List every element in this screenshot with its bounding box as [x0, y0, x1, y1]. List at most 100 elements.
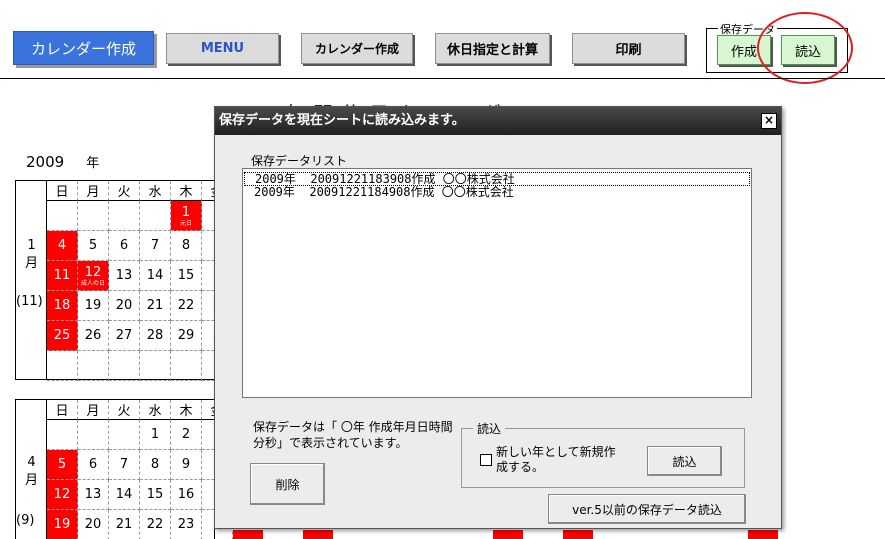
day-number: 2 — [181, 427, 191, 442]
day-number: 20 — [115, 298, 133, 313]
calendar-day-cell: 13 — [78, 480, 109, 510]
dialog-title-bar: 保存データを現在シートに読み込みます。 × — [215, 107, 781, 135]
menu-button[interactable]: MENU — [166, 33, 279, 64]
calendar-day-cell: 9 — [171, 450, 202, 480]
day-number: 14 — [115, 487, 133, 502]
calendar-day-cell: 27 — [109, 321, 140, 351]
calendar-day-cell — [78, 351, 109, 381]
calendar-day-cell — [47, 201, 78, 231]
calendar-day-cell: 13 — [109, 261, 140, 291]
holiday-count: (9) — [16, 513, 35, 528]
calendar-day-cell: 5 — [47, 450, 78, 480]
day-number: 5 — [88, 238, 98, 253]
calendar-day-cell: 8 — [171, 231, 202, 261]
list-item[interactable]: 2009年 20091221184908作成 〇〇株式会社 — [244, 186, 750, 200]
save-create-button[interactable]: 作成 — [717, 35, 771, 65]
load-options-label: 読込 — [473, 420, 506, 437]
calendar-april: 4 月 (9) 日月火水木金12567891213141516192021222… — [15, 399, 233, 539]
calendar-day-cell — [140, 201, 171, 231]
day-number: 9 — [181, 457, 191, 472]
list-item[interactable]: 2009年 20091221183908作成 〇〇株式会社 — [244, 172, 750, 186]
day-number: 22 — [146, 517, 164, 532]
day-number: 13 — [115, 268, 133, 283]
calendar-day-cell — [171, 351, 202, 381]
day-number: 8 — [181, 238, 191, 253]
calendar-day-cell: 19 — [47, 510, 78, 539]
weekday-header: 火 — [109, 181, 140, 201]
calendar-day-cell: 20 — [109, 291, 140, 321]
year-label: 2009 年 — [26, 152, 99, 171]
day-number: 6 — [88, 457, 98, 472]
calendar-day-cell: 7 — [109, 450, 140, 480]
day-number: 21 — [115, 517, 133, 532]
day-number: 29 — [177, 328, 195, 343]
day-number: 23 — [177, 517, 195, 532]
weekday-header: 木 — [171, 181, 202, 201]
day-number: 28 — [146, 328, 164, 343]
save-load-button[interactable]: 読込 — [781, 35, 835, 65]
year-suffix: 年 — [86, 156, 100, 171]
legacy-load-button[interactable]: ver.5以前の保存データ読込 — [548, 494, 746, 524]
holiday-name: 元日 — [179, 219, 192, 227]
calendar-day-cell: 14 — [140, 261, 171, 291]
day-number: 1 — [150, 427, 160, 442]
save-data-list-label: 保存データリスト — [251, 154, 348, 168]
calendar-create-primary-button[interactable]: カレンダー作成 — [13, 31, 154, 65]
holiday-count: (11) — [16, 294, 43, 309]
weekday-header: 月 — [78, 400, 109, 420]
day-number: 7 — [150, 238, 160, 253]
calendar-day-cell: 1 元日 — [171, 201, 202, 231]
day-number: 18 — [53, 298, 71, 313]
calendar-cell-fragment — [233, 530, 263, 539]
day-number: 8 — [150, 457, 160, 472]
calendar-day-cell: 2 — [171, 420, 202, 450]
load-save-data-dialog: 保存データを現在シートに読み込みます。 × 保存データリスト 2009年 200… — [214, 106, 782, 529]
close-icon[interactable]: × — [761, 113, 777, 129]
calendar-day-cell: 22 — [171, 291, 202, 321]
save-data-list[interactable]: 2009年 20091221183908作成 〇〇株式会社 2009年 2009… — [242, 168, 752, 398]
calendar-day-cell — [109, 351, 140, 381]
calendar-day-cell: 18 — [47, 291, 78, 321]
day-number: 21 — [146, 298, 164, 313]
day-number: 16 — [177, 487, 195, 502]
dialog-title: 保存データを現在シートに読み込みます。 — [219, 113, 465, 128]
print-button[interactable]: 印刷 — [572, 33, 685, 64]
calendar-day-cell — [47, 420, 78, 450]
calendar-day-cell: 21 — [140, 291, 171, 321]
day-number: 1 — [181, 204, 191, 220]
calendar-day-cell — [78, 201, 109, 231]
calendar-day-cell: 15 — [140, 480, 171, 510]
day-number: 12 — [84, 264, 102, 280]
toolbar-divider — [0, 78, 885, 79]
weekday-header: 木 — [171, 400, 202, 420]
delete-button[interactable]: 削除 — [250, 463, 325, 505]
calendar-day-cell: 25 — [47, 321, 78, 351]
calendar-create-button[interactable]: カレンダー作成 — [301, 33, 413, 64]
day-number: 19 — [53, 517, 71, 532]
calendar-day-cell — [140, 351, 171, 381]
calendar-day-cell: 16 — [171, 480, 202, 510]
calendar-day-cell: 14 — [109, 480, 140, 510]
weekday-header: 日 — [47, 400, 78, 420]
new-year-checkbox-label: 新しい年として新規作成する。 — [496, 445, 616, 474]
calendar-january: 1 月 (11) 日月火水木金1元日456781112成人の日131415181… — [15, 180, 233, 381]
day-number: 22 — [177, 298, 195, 313]
calendar-day-cell: 5 — [78, 231, 109, 261]
year-value: 2009 — [26, 153, 65, 171]
calendar-day-cell: 20 — [78, 510, 109, 539]
calendar-day-cell: 19 — [78, 291, 109, 321]
day-number: 4 — [57, 238, 67, 253]
calendar-day-cell: 4 — [47, 231, 78, 261]
calendar-day-cell — [78, 420, 109, 450]
holiday-name: 成人の日 — [80, 279, 105, 287]
calendar-day-cell: 12 成人の日 — [78, 261, 109, 291]
holiday-calc-button[interactable]: 休日指定と計算 — [435, 33, 550, 64]
calendar-cell-fragment — [303, 530, 333, 539]
weekday-header: 水 — [140, 181, 171, 201]
new-year-checkbox[interactable] — [480, 454, 492, 466]
load-button[interactable]: 読込 — [647, 446, 722, 476]
calendar-day-cell: 26 — [78, 321, 109, 351]
day-number: 13 — [84, 487, 102, 502]
day-number: 19 — [84, 298, 102, 313]
calendar-day-cell: 7 — [140, 231, 171, 261]
